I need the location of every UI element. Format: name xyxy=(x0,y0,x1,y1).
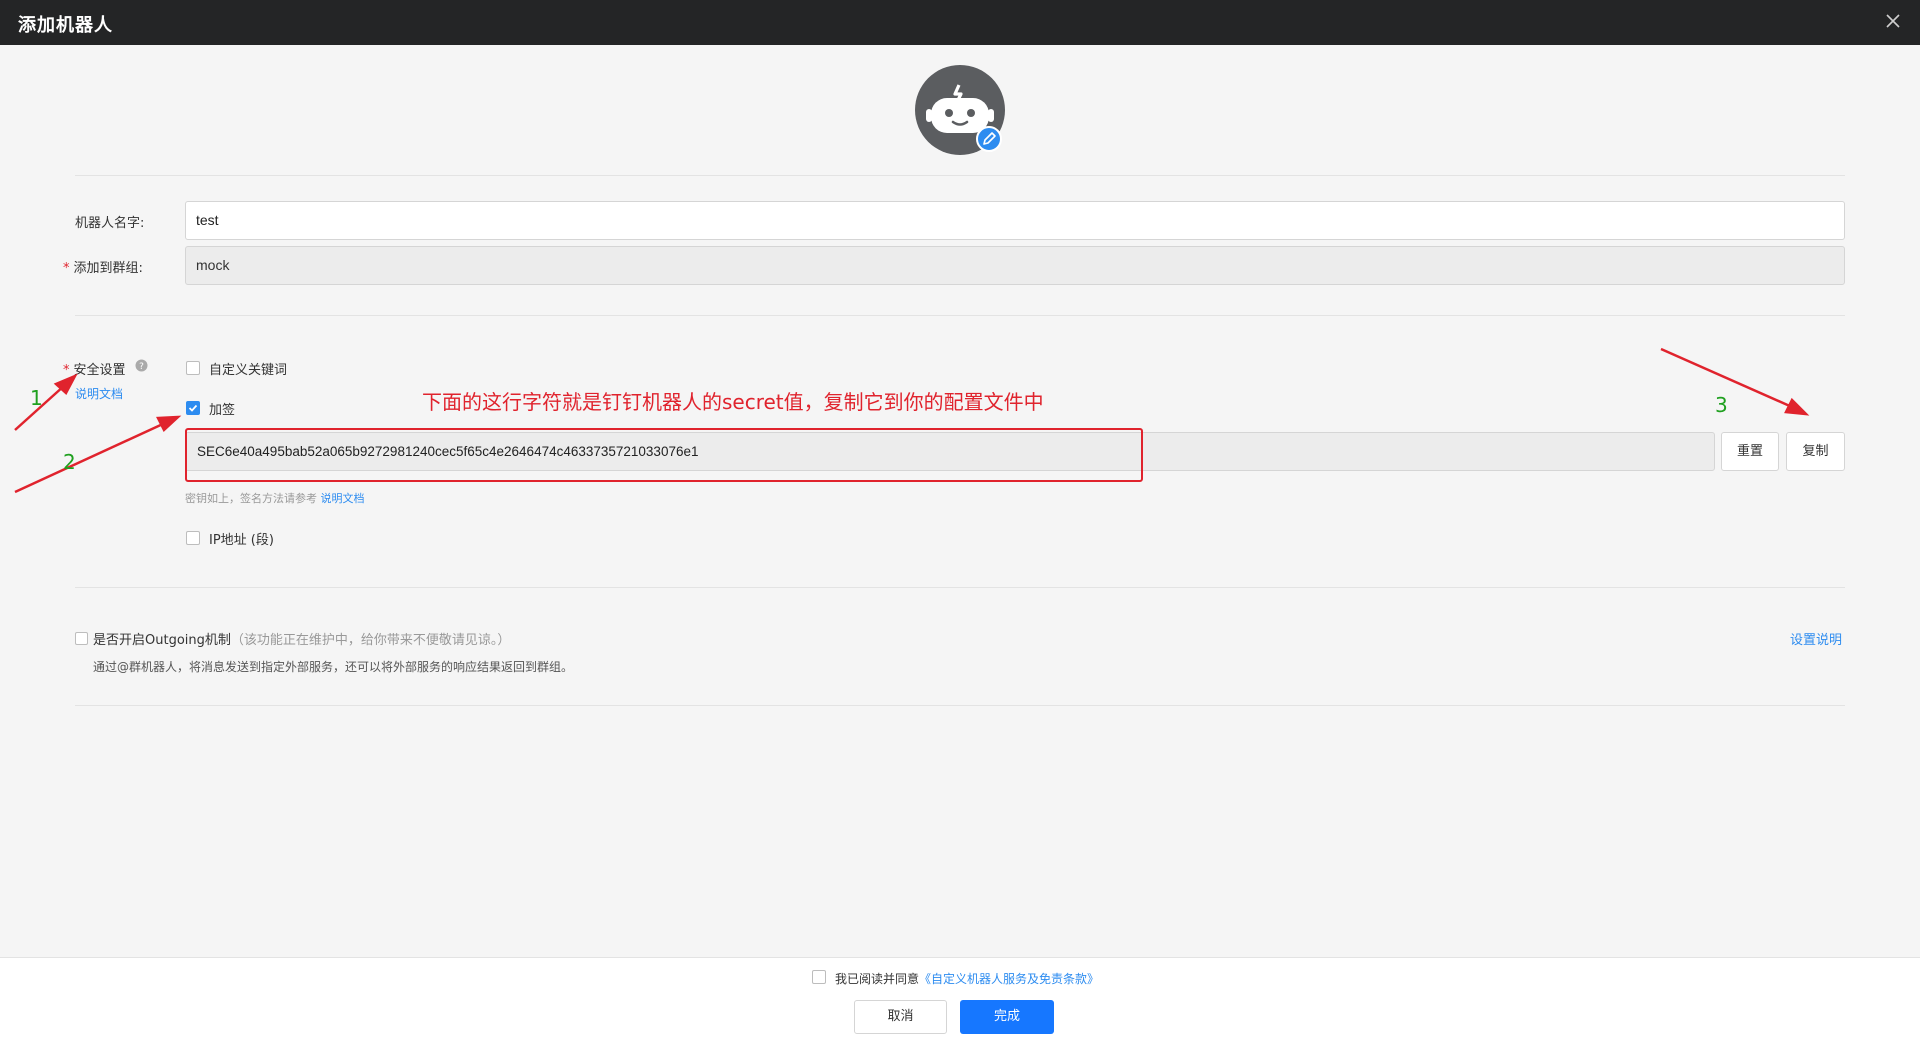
question-circle-icon[interactable]: ? xyxy=(135,359,148,372)
annotation-arrows xyxy=(14,347,1810,494)
svg-text:?: ? xyxy=(139,362,144,372)
annotation-text: 下面的这行字符就是钉钉机器人的secret值，复制它到你的配置文件中 xyxy=(422,390,1044,414)
security-label-wrap: * 安全设置 xyxy=(63,359,126,378)
required-mark: * xyxy=(63,363,70,378)
robot-name-input[interactable]: test xyxy=(185,201,1845,240)
annotation-highlight-box xyxy=(185,428,1143,482)
annotation-number-3: 3 xyxy=(1715,393,1728,417)
security-label: 安全设置 xyxy=(73,363,126,378)
pencil-icon[interactable] xyxy=(976,126,1002,152)
agree-link[interactable]: 《自定义机器人服务及免责条款》 xyxy=(919,972,1099,986)
outgoing-note: （该功能正在维护中，给你带来不便敬请见谅。） xyxy=(230,633,511,648)
ip-checkbox[interactable] xyxy=(186,531,200,545)
dialog-title: 添加机器人 xyxy=(18,15,113,36)
copy-button[interactable]: 复制 xyxy=(1786,432,1845,471)
dialog-titlebar: 添加机器人 xyxy=(0,0,1920,45)
outgoing-help-link[interactable]: 设置说明 xyxy=(1790,629,1842,648)
custom-keyword-label: 自定义关键词 xyxy=(209,363,288,378)
sign-label: 加签 xyxy=(209,403,236,418)
reset-button[interactable]: 重置 xyxy=(1721,432,1779,471)
secret-hint-text: 密钥如上，签名方法请参考 xyxy=(185,492,317,505)
group-select[interactable]: mock xyxy=(185,246,1845,285)
divider xyxy=(75,175,1845,176)
agree-row: 我已阅读并同意《自定义机器人服务及免责条款》 xyxy=(835,970,1099,987)
outgoing-checkbox[interactable] xyxy=(75,632,88,645)
required-mark: * xyxy=(63,261,70,276)
cancel-button[interactable]: 取消 xyxy=(854,1000,947,1034)
robot-name-label: 机器人名字: xyxy=(75,216,145,231)
divider xyxy=(75,315,1845,316)
outgoing-label: 是否开启Outgoing机制 xyxy=(93,633,231,648)
sign-checkbox[interactable] xyxy=(186,401,200,415)
group-label: 添加到群组: xyxy=(73,261,143,276)
ip-label: IP地址 (段) xyxy=(209,533,274,548)
divider xyxy=(75,587,1845,588)
annotation-number-1: 1 xyxy=(30,386,43,410)
close-icon[interactable] xyxy=(1880,8,1906,34)
secret-hint-link[interactable]: 说明文档 xyxy=(321,492,365,505)
custom-keyword-checkbox[interactable] xyxy=(186,361,200,375)
outgoing-description: 通过@群机器人，将消息发送到指定外部服务，还可以将外部服务的响应结果返回到群组。 xyxy=(93,660,574,674)
agree-text: 我已阅读并同意 xyxy=(835,972,920,986)
secret-hint: 密钥如上，签名方法请参考 说明文档 xyxy=(185,490,365,506)
group-label-wrap: * 添加到群组: xyxy=(63,257,143,276)
annotation-number-2: 2 xyxy=(63,450,76,474)
outgoing-label-wrap: 是否开启Outgoing机制（该功能正在维护中，给你带来不便敬请见谅。） xyxy=(93,629,510,648)
agree-checkbox[interactable] xyxy=(812,970,826,984)
security-doc-link[interactable]: 说明文档 xyxy=(75,385,123,402)
done-button[interactable]: 完成 xyxy=(960,1000,1054,1034)
divider xyxy=(75,705,1845,706)
